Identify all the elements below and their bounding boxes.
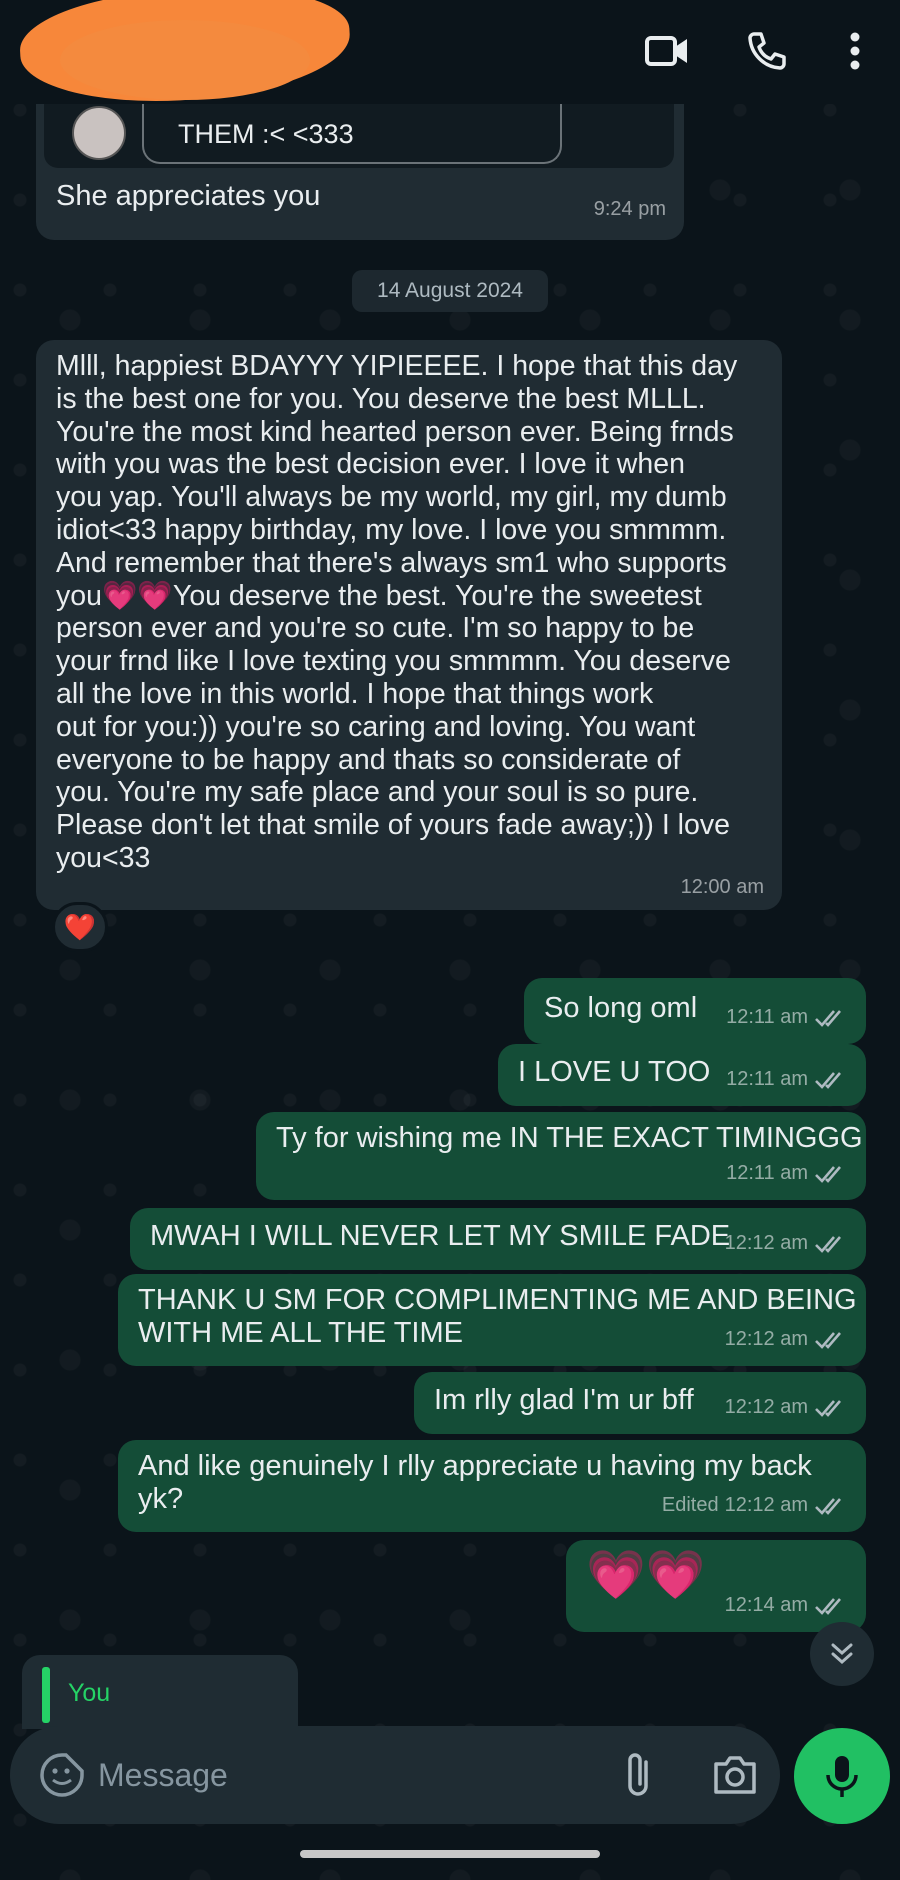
double-chevron-down-icon [831, 1643, 853, 1665]
message-time: 12:11 am [726, 1001, 848, 1034]
incoming-message[interactable]: Mlll, happiest BDAYYY YIPIEEEE. I hope t… [36, 340, 782, 910]
message-line: with you was the best decision ever. I l… [56, 448, 685, 481]
scroll-to-bottom-button[interactable] [810, 1622, 874, 1686]
outgoing-message[interactable]: Ty for wishing me IN THE EXACT TIMINGGG … [256, 1112, 866, 1200]
read-receipt-icon [815, 1497, 841, 1515]
message-line: you. You're my safe place and your soul … [56, 776, 699, 809]
read-receipt-icon [815, 1071, 841, 1089]
reply-author: You [68, 1679, 111, 1707]
message-text: So long oml [544, 992, 698, 1024]
quoted-text: THEM :< <333 [142, 104, 562, 164]
message-time: 12:11 am [726, 1063, 848, 1096]
message-text: Mlll, happiest BDAYYY YIPIEEEE. I hope t… [56, 350, 737, 875]
outgoing-message[interactable]: THANK U SM FOR COMPLIMENTING ME AND BEIN… [118, 1274, 866, 1366]
message-time: 12:14 am [725, 1589, 848, 1622]
read-receipt-icon [815, 1597, 841, 1615]
avatar [72, 106, 126, 160]
outgoing-message[interactable]: So long oml 12:11 am [524, 978, 866, 1044]
message-line: You're the most kind hearted person ever… [56, 415, 734, 448]
message-text: MWAH I WILL NEVER LET MY SMILE FADE [150, 1220, 731, 1252]
message-time: Edited 12:12 am [662, 1489, 848, 1522]
message-time: 12:12 am [725, 1227, 848, 1260]
message-text: She appreciates you [56, 180, 321, 212]
edited-label: Edited [661, 1494, 719, 1516]
message-text: I LOVE U TOO [518, 1056, 711, 1088]
message-line: idiot<33 happy birthday, my love. I love… [56, 513, 727, 546]
outgoing-message[interactable]: 💗💗 12:14 am [566, 1540, 866, 1632]
message-time: 12:12 am [725, 1323, 848, 1356]
home-indicator [300, 1850, 600, 1858]
redaction-scribble [60, 20, 310, 100]
message-time: 9:24 pm [593, 198, 666, 220]
message-line: everyone to be happy and thats so consid… [56, 743, 681, 776]
phone-icon[interactable] [742, 26, 792, 76]
message-line: Mlll, happiest BDAYYY YIPIEEEE. I hope t… [56, 350, 738, 382]
outgoing-message[interactable]: I LOVE U TOO 12:11 am [498, 1044, 866, 1106]
sticker-icon[interactable] [38, 1751, 86, 1799]
message-line: person ever and you're so cute. I'm so h… [56, 612, 695, 645]
message-text: Im rlly glad I'm ur bff [434, 1384, 694, 1416]
message-line: you yap. You'll always be my world, my g… [56, 481, 727, 514]
message-composer [10, 1726, 780, 1824]
message-line: your frnd like I love texting you smmmm.… [56, 645, 731, 678]
message-time: 12:00 am [680, 876, 764, 898]
chat-header [0, 0, 900, 109]
message-line: out for you:)) you're so caring and lovi… [56, 710, 696, 743]
date-separator: 14 August 2024 [352, 270, 548, 312]
read-receipt-icon [815, 1399, 841, 1417]
message-line: you<33 [56, 841, 151, 874]
message-line: And remember that there's always sm1 who… [56, 546, 727, 579]
outgoing-message[interactable]: Im rlly glad I'm ur bff 12:12 am [414, 1372, 866, 1434]
message-text: Ty for wishing me IN THE EXACT TIMINGGG [276, 1122, 863, 1154]
microphone-button[interactable] [794, 1728, 890, 1824]
read-receipt-icon [815, 1009, 841, 1027]
message-line: is the best one for you. You deserve the… [56, 382, 706, 415]
heart-reaction-icon[interactable]: ❤️ [52, 902, 108, 952]
read-receipt-icon [815, 1235, 841, 1253]
message-line: Please don't let that smile of yours fad… [56, 809, 730, 842]
attach-icon[interactable] [616, 1750, 664, 1800]
message-input[interactable] [98, 1748, 518, 1802]
reply-accent-bar [42, 1667, 50, 1723]
microphone-icon [826, 1756, 858, 1797]
camera-icon[interactable] [710, 1750, 760, 1800]
message-line: you💗💗You deserve the best. You're the sw… [56, 579, 702, 612]
incoming-message-quoted[interactable]: THEM :< <333 She appreciates you 9:24 pm [36, 104, 684, 240]
outgoing-message[interactable]: MWAH I WILL NEVER LET MY SMILE FADE 12:1… [130, 1208, 866, 1270]
message-time: 12:12 am [725, 1391, 848, 1424]
message-line: all the love in this world. I hope that … [56, 677, 654, 710]
more-options-icon[interactable] [830, 26, 880, 76]
read-receipt-icon [815, 1331, 841, 1349]
heart-emoji: 💗💗 [586, 1549, 706, 1602]
video-call-icon[interactable] [642, 26, 692, 76]
message-time: 12:11 am [726, 1157, 848, 1190]
read-receipt-icon [815, 1165, 841, 1183]
outgoing-message[interactable]: And like genuinely I rlly appreciate u h… [118, 1440, 866, 1532]
reply-preview[interactable]: You [22, 1655, 298, 1729]
